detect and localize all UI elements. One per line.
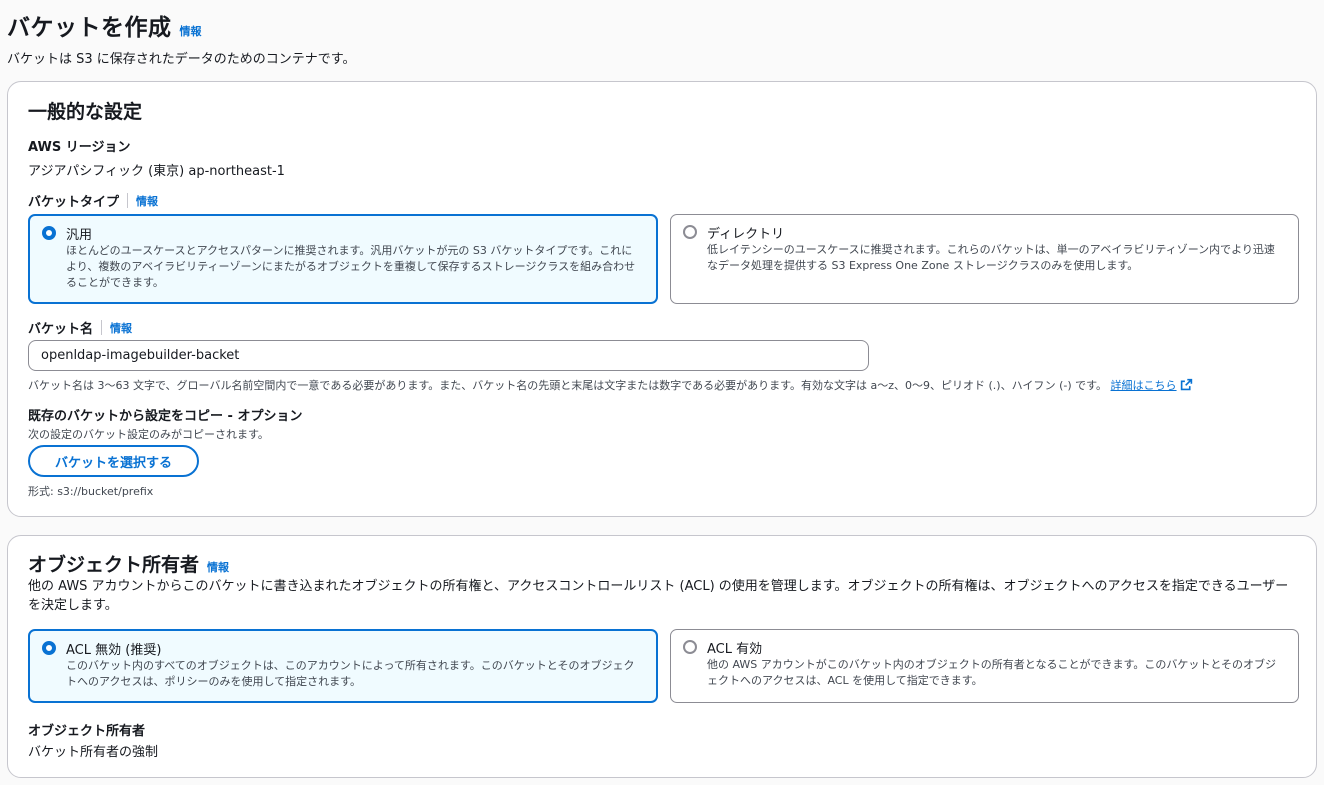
object-ownership-info-link[interactable]: 情報	[207, 559, 229, 575]
copy-settings-description: 次の設定のバケット設定のみがコピーされます。	[28, 428, 269, 441]
general-settings-container: 一般的な設定 AWS リージョン アジアパシフィック (東京) ap-north…	[7, 81, 1317, 517]
bucket-name-hint-text: バケット名は 3～63 文字で、グローバル名前空間内で一意である必要があります。…	[28, 379, 1108, 392]
region-value: アジアパシフィック (東京) ap-northeast-1	[28, 164, 285, 179]
bucket-type-label: バケットタイプ	[28, 195, 120, 210]
page-description: バケットは S3 に保存されたデータのためのコンテナです。	[7, 52, 356, 67]
object-owner-label: オブジェクト所有者	[28, 724, 146, 739]
acl-enabled-tile[interactable]: ACL 有効 他の AWS アカウントがこのバケット内のオブジェクトの所有者とな…	[670, 629, 1299, 703]
bucket-name-hint: バケット名は 3～63 文字で、グローバル名前空間内で一意である必要があります。…	[28, 377, 1298, 393]
learn-more-link-text: 詳細はこちら	[1110, 379, 1177, 392]
acl-enabled-title: ACL 有効	[707, 642, 763, 657]
bucket-type-general-purpose-tile[interactable]: 汎用 ほとんどのユースケースとアクセスパターンに推奨されます。汎用バケットが元の…	[28, 214, 658, 304]
external-link-icon	[1180, 378, 1192, 391]
radio-unselected-icon[interactable]	[683, 640, 697, 654]
radio-selected-icon[interactable]	[42, 226, 56, 240]
bucket-name-input[interactable]	[28, 340, 869, 371]
page-title: バケットを作成	[7, 15, 172, 41]
bucket-type-general-purpose-title: 汎用	[66, 228, 93, 243]
page-header: バケットを作成 情報 バケットは S3 に保存されたデータのためのコンテナです。	[7, 8, 356, 67]
general-settings-title: 一般的な設定	[28, 101, 143, 123]
bucket-type-label-row: バケットタイプ 情報	[28, 191, 158, 210]
bucket-type-info-link[interactable]: 情報	[136, 193, 158, 209]
region-label: AWS リージョン	[28, 140, 131, 155]
acl-disabled-title: ACL 無効 (推奨)	[66, 643, 162, 658]
acl-enabled-description: 他の AWS アカウントがこのバケット内のオブジェクトの所有者となることができま…	[707, 658, 1277, 687]
bucket-type-directory-tile[interactable]: ディレクトリ 低レイテンシーのユースケースに推奨されます。これらのバケットは、単…	[670, 214, 1299, 304]
radio-unselected-icon[interactable]	[683, 225, 697, 239]
acl-disabled-description: このバケット内のすべてのオブジェクトは、このアカウントによって所有されます。この…	[66, 659, 635, 688]
bucket-name-label-row: バケット名 情報	[28, 318, 132, 337]
bucket-type-directory-title: ディレクトリ	[707, 227, 785, 242]
radio-selected-icon[interactable]	[42, 641, 56, 655]
object-owner-value: バケット所有者の強制	[28, 745, 159, 760]
bucket-type-directory-description: 低レイテンシーのユースケースに推奨されます。これらのバケットは、単一のアベイラビ…	[707, 243, 1275, 272]
copy-settings-label: 既存のバケットから設定をコピー - オプション	[28, 409, 303, 424]
object-ownership-description: 他の AWS アカウントからこのバケットに書き込まれたオブジェクトの所有権と、ア…	[28, 579, 1289, 613]
choose-bucket-button[interactable]: バケットを選択する	[28, 445, 199, 477]
create-bucket-page: バケットを作成 情報 バケットは S3 に保存されたデータのためのコンテナです。…	[0, 0, 1324, 785]
bucket-name-info-link[interactable]: 情報	[110, 320, 132, 336]
bucket-name-label: バケット名	[28, 322, 94, 337]
acl-disabled-tile[interactable]: ACL 無効 (推奨) このバケット内のすべてのオブジェクトは、このアカウントに…	[28, 629, 658, 703]
copy-format-hint: 形式: s3://bucket/prefix	[28, 485, 154, 498]
object-ownership-header: オブジェクト所有者 情報	[28, 550, 229, 577]
bucket-type-general-purpose-description: ほとんどのユースケースとアクセスパターンに推奨されます。汎用バケットが元の S3…	[66, 244, 636, 289]
learn-more-link[interactable]: 詳細はこちら	[1110, 378, 1193, 392]
object-ownership-title: オブジェクト所有者	[28, 554, 200, 576]
page-info-link[interactable]: 情報	[180, 23, 202, 39]
label-divider	[127, 193, 129, 208]
label-divider	[101, 320, 103, 335]
object-ownership-container: オブジェクト所有者 情報 他の AWS アカウントからこのバケットに書き込まれた…	[7, 535, 1317, 778]
